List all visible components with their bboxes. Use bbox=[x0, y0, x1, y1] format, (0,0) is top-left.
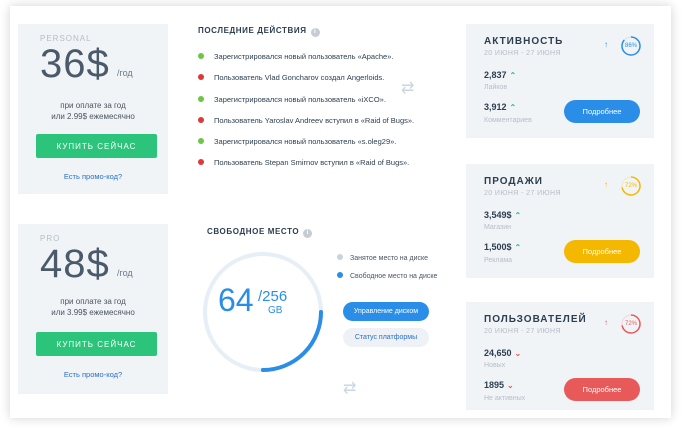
details-button[interactable]: Подробнее bbox=[564, 240, 640, 263]
arrow-up-icon: ↑ bbox=[604, 40, 608, 49]
status-dot bbox=[198, 117, 204, 123]
stat-sub: Магазин bbox=[484, 224, 512, 231]
stat-sub: Комментариев bbox=[484, 117, 532, 124]
legend-used: Занятое место на диске bbox=[337, 254, 428, 262]
stat-title: ПОЛЬЗОВАТЕЛЕЙ bbox=[484, 314, 587, 325]
activity-item: Пользователь Stepan Smirnov вступил в «R… bbox=[198, 158, 409, 167]
percent-label: 72% bbox=[624, 321, 637, 327]
legend-dot-used bbox=[337, 254, 343, 260]
activity-item: Пользователь Vlad Goncharov создал Anger… bbox=[198, 73, 384, 82]
plan-card-pro: PRO 48$ /год при оплате за год или 3.99$… bbox=[18, 224, 168, 394]
stat-title: ПРОДАЖИ bbox=[484, 176, 543, 187]
plan-note-line2: или 3.99$ ежемесячно bbox=[51, 308, 135, 317]
details-button[interactable]: Подробнее bbox=[564, 100, 640, 123]
stat-date: 20 ИЮНЯ - 27 ИЮНЯ bbox=[484, 50, 561, 57]
platform-status-button[interactable]: Статус платформы bbox=[343, 328, 429, 347]
stat-date: 20 ИЮНЯ - 27 ИЮНЯ bbox=[484, 328, 561, 335]
plan-note-line1: при оплате за год bbox=[60, 297, 126, 306]
stat-value: 1895 ⌄ bbox=[484, 380, 514, 390]
manage-disk-button[interactable]: Управление диском bbox=[343, 302, 429, 321]
storage-heading: СВОБОДНОЕ МЕСТО i bbox=[207, 227, 313, 238]
promo-code-link[interactable]: Есть промо-код? bbox=[18, 370, 168, 379]
activity-text: Зарегистрировался новый пользователь «iX… bbox=[214, 95, 386, 104]
legend-free: Свободное место на диске bbox=[337, 272, 437, 280]
stat-sub: Реклама bbox=[484, 257, 513, 264]
trend-up-icon: ⌃ bbox=[509, 103, 517, 112]
activity-item: Зарегистрировался новый пользователь «Ap… bbox=[198, 52, 393, 61]
refresh-icon[interactable]: ⇄ bbox=[401, 78, 414, 98]
stat-value-text: 3,912 bbox=[484, 102, 507, 112]
legend-dot-free bbox=[337, 272, 343, 278]
activity-item: Зарегистрировался новый пользователь «iX… bbox=[198, 95, 386, 104]
stat-card-users: ПОЛЬЗОВАТЕЛЕЙ 20 ИЮНЯ - 27 ИЮНЯ ↑ 72% 24… bbox=[466, 302, 654, 410]
percent-label: 72% bbox=[624, 183, 637, 189]
plan-note-line2: или 2.99$ ежемесячно bbox=[51, 112, 135, 121]
stat-value: 3,549$ ⌃ bbox=[484, 210, 521, 220]
details-button[interactable]: Подробнее bbox=[564, 378, 640, 401]
activity-text: Пользователь Yaroslav Andreev вступил в … bbox=[214, 116, 415, 125]
stat-sub: Не активных bbox=[484, 395, 526, 402]
activity-text: Пользователь Vlad Goncharov создал Anger… bbox=[214, 73, 385, 82]
status-dot bbox=[198, 53, 204, 59]
arrow-up-icon: ↑ bbox=[604, 318, 608, 327]
activity-text: Зарегистрировался новый пользователь «Ap… bbox=[214, 52, 394, 61]
legend-used-label: Занятое место на диске bbox=[350, 255, 429, 262]
stat-card-sales: ПРОДАЖИ 20 ИЮНЯ - 27 ИЮНЯ ↑ 72% 3,549$ ⌃ … bbox=[466, 164, 654, 278]
stat-value: 3,912 ⌃ bbox=[484, 102, 516, 112]
info-icon[interactable]: i bbox=[310, 28, 320, 37]
stat-value: 24,650 ⌄ bbox=[484, 348, 521, 358]
stat-value-text: 2,837 bbox=[484, 70, 507, 80]
legend-free-label: Свободное место на диске bbox=[350, 273, 438, 280]
stat-value-text: 3,549$ bbox=[484, 210, 512, 220]
activity-item: Зарегистрировался новый пользователь «s.… bbox=[198, 137, 396, 146]
stat-value-text: 1895 bbox=[484, 380, 505, 390]
info-icon[interactable]: i bbox=[303, 229, 313, 238]
stat-value-text: 1,500$ bbox=[484, 242, 512, 252]
status-dot bbox=[198, 96, 204, 102]
plan-card-personal: PERSONAL 36$ /год при оплате за год или … bbox=[18, 24, 168, 194]
activity-text: Пользователь Stepan Smirnov вступил в «R… bbox=[214, 158, 410, 167]
percent-label: 86% bbox=[624, 43, 637, 49]
stat-value: 1,500$ ⌃ bbox=[484, 242, 521, 252]
arrow-up-icon: ↑ bbox=[604, 180, 608, 189]
plan-period: /год bbox=[117, 68, 133, 78]
trend-up-icon: ⌃ bbox=[514, 243, 522, 252]
plan-note-line1: при оплате за год bbox=[60, 101, 126, 110]
stat-date: 20 ИЮНЯ - 27 ИЮНЯ bbox=[484, 190, 561, 197]
buy-now-button[interactable]: КУПИТЬ СЕЙЧАС bbox=[36, 134, 157, 158]
storage-unit: GB bbox=[268, 305, 283, 316]
stat-card-activity: АКТИВНОСТЬ 20 ИЮНЯ - 27 ИЮНЯ ↑ 86% 2,837… bbox=[466, 24, 654, 138]
plan-price: 36$ bbox=[40, 42, 110, 86]
trend-up-icon: ⌃ bbox=[514, 211, 522, 220]
storage-title: СВОБОДНОЕ МЕСТО bbox=[207, 227, 300, 236]
activity-item: Пользователь Yaroslav Andreev вступил в … bbox=[198, 116, 414, 125]
trend-down-icon: ⌄ bbox=[514, 349, 522, 358]
status-dot bbox=[198, 138, 204, 144]
status-dot bbox=[198, 74, 204, 80]
plan-price: 48$ bbox=[40, 242, 110, 286]
stat-value-text: 24,650 bbox=[484, 348, 512, 358]
plan-period: /год bbox=[117, 268, 133, 278]
stat-sub: Лайков bbox=[484, 84, 508, 91]
stat-title: АКТИВНОСТЬ bbox=[484, 36, 564, 47]
trend-down-icon: ⌄ bbox=[507, 381, 514, 390]
stat-value: 2,837 ⌃ bbox=[484, 70, 516, 80]
storage-used: 64 bbox=[218, 282, 254, 318]
stat-sub: Новых bbox=[484, 362, 506, 369]
storage-total: /256 bbox=[258, 288, 288, 305]
activity-title: ПОСЛЕДНИЕ ДЕЙСТВИЯ bbox=[198, 26, 307, 35]
refresh-icon[interactable]: ⇄ bbox=[343, 378, 356, 398]
trend-up-icon: ⌃ bbox=[509, 71, 517, 80]
status-dot bbox=[198, 159, 204, 165]
promo-code-link[interactable]: Есть промо-код? bbox=[18, 172, 168, 181]
buy-now-button[interactable]: КУПИТЬ СЕЙЧАС bbox=[36, 332, 157, 356]
activity-text: Зарегистрировался новый пользователь «s.… bbox=[214, 137, 397, 146]
activity-heading: ПОСЛЕДНИЕ ДЕЙСТВИЯ i bbox=[198, 26, 320, 37]
